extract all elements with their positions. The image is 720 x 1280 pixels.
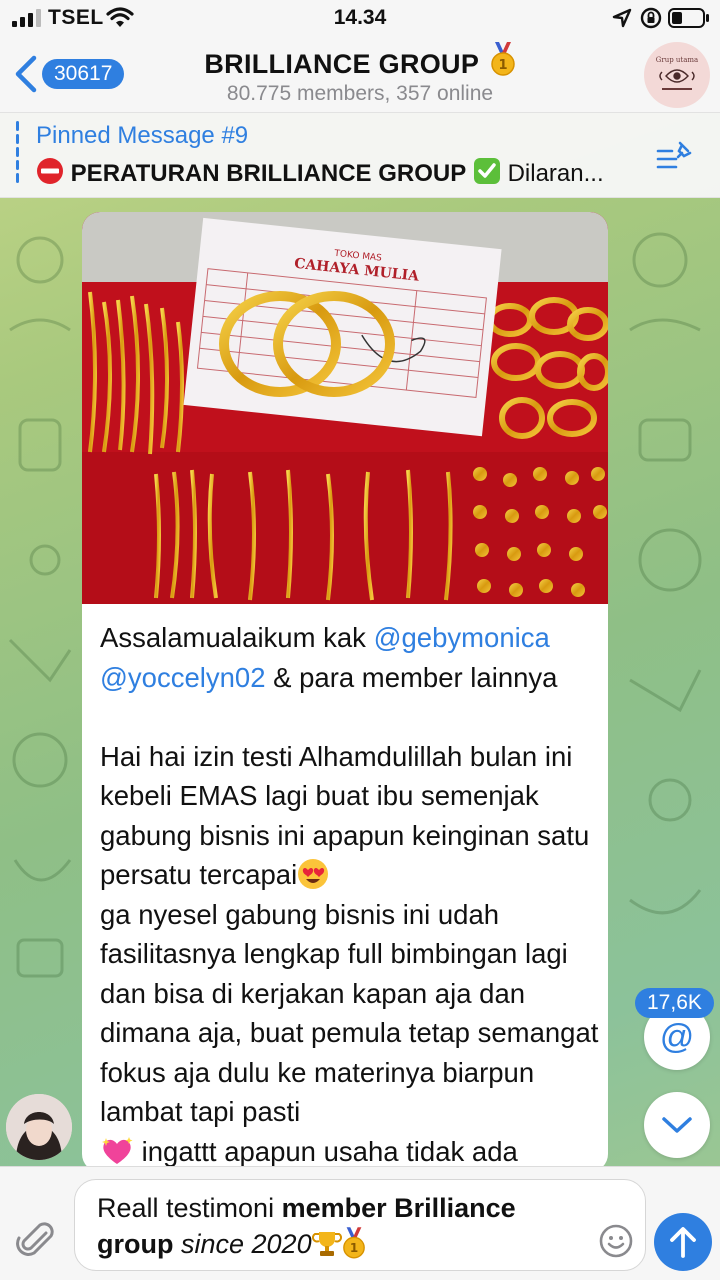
sender-photo <box>6 1094 72 1160</box>
pinned-indicator <box>16 121 19 189</box>
sparkling-heart-emoji-icon <box>102 1136 133 1164</box>
chat-title: BRILLIANCE GROUP <box>204 49 480 79</box>
pin-list-icon[interactable] <box>656 139 694 173</box>
heart-eyes-emoji-icon <box>298 859 329 889</box>
pinned-message-bar[interactable]: Pinned Message #9 PERATURAN BRILLIANCE G… <box>0 112 720 198</box>
group-avatar-logo-icon: Grup utama <box>656 56 698 90</box>
chevron-down-icon <box>662 1117 692 1133</box>
input-text-plain: Reall testimoni <box>97 1193 282 1223</box>
mention-count-badge: 17,6K <box>635 988 714 1018</box>
sticker-icon[interactable] <box>598 1223 634 1259</box>
arrow-up-icon <box>670 1227 696 1258</box>
status-bar: TSEL 14.34 <box>0 0 720 36</box>
gold-jewelry-photo: TOKO MAS CAHAYA MULIA <box>82 212 608 604</box>
svg-text:1: 1 <box>498 58 507 73</box>
message-photo[interactable]: TOKO MAS CAHAYA MULIA <box>82 212 608 604</box>
scroll-to-bottom-button[interactable] <box>644 1092 710 1158</box>
at-sign-icon: @ <box>659 1017 695 1056</box>
chat-subtitle: 80.775 members, 357 online <box>226 82 494 105</box>
mention-link[interactable]: @gebymonica <box>374 622 550 653</box>
trophy-emoji-icon <box>311 1232 342 1256</box>
pinned-title: Pinned Message #9 <box>36 122 249 149</box>
send-button[interactable] <box>654 1213 712 1271</box>
message-greeting-rest: & para member lainnya <box>265 661 558 693</box>
battery-icon <box>668 8 709 28</box>
check-mark-icon <box>473 158 500 184</box>
pinned-preview: PERATURAN BRILLIANCE GROUP Dilaran... <box>36 157 656 188</box>
message-bubble[interactable]: TOKO MAS CAHAYA MULIA Assalamualaikum ka… <box>82 212 608 1172</box>
chat-header: 30617 BRILLIANCE GROUP 1 80.775 members,… <box>0 36 720 112</box>
paperclip-icon[interactable] <box>16 1219 58 1261</box>
pinned-preview-rest: Dilaran... <box>507 160 604 187</box>
input-text-italic: since 2020 <box>173 1229 312 1259</box>
svg-text:Grup utama: Grup utama <box>656 56 698 64</box>
message-greeting: Assalamualaikum kak <box>100 622 374 653</box>
chat-title-area[interactable]: BRILLIANCE GROUP 1 80.775 members, 357 o… <box>120 42 600 106</box>
message-paragraph: ingattt apapun usaha tidak ada <box>134 1135 518 1167</box>
rotation-lock-icon <box>640 7 662 29</box>
first-place-medal-icon: 1 <box>342 1227 365 1259</box>
location-arrow-icon <box>612 8 632 28</box>
mention-link[interactable]: @yoccelyn02 <box>100 662 266 693</box>
svg-text:1: 1 <box>349 1241 357 1255</box>
message-text: Assalamualaikum kak @gebymonica @yoccely… <box>100 618 600 1171</box>
back-button[interactable]: 30617 <box>12 54 125 94</box>
sender-avatar[interactable] <box>6 1094 72 1160</box>
message-input[interactable]: Reall testimoni member Brilliance group … <box>74 1179 646 1271</box>
message-paragraph: ga nyesel gabung bisnis ini udah fasilit… <box>100 898 599 1128</box>
message-paragraph: Hai hai izin testi Alhamdulillah bulan i… <box>100 740 590 891</box>
no-entry-icon <box>37 158 63 184</box>
group-avatar[interactable]: Grup utama <box>644 42 710 108</box>
first-place-medal-icon: 1 <box>490 42 515 76</box>
message-input-bar: Reall testimoni member Brilliance group … <box>0 1166 720 1280</box>
chevron-left-icon <box>15 55 37 93</box>
unread-count-badge: 30617 <box>42 59 125 89</box>
pinned-preview-bold: PERATURAN BRILLIANCE GROUP <box>70 160 467 187</box>
